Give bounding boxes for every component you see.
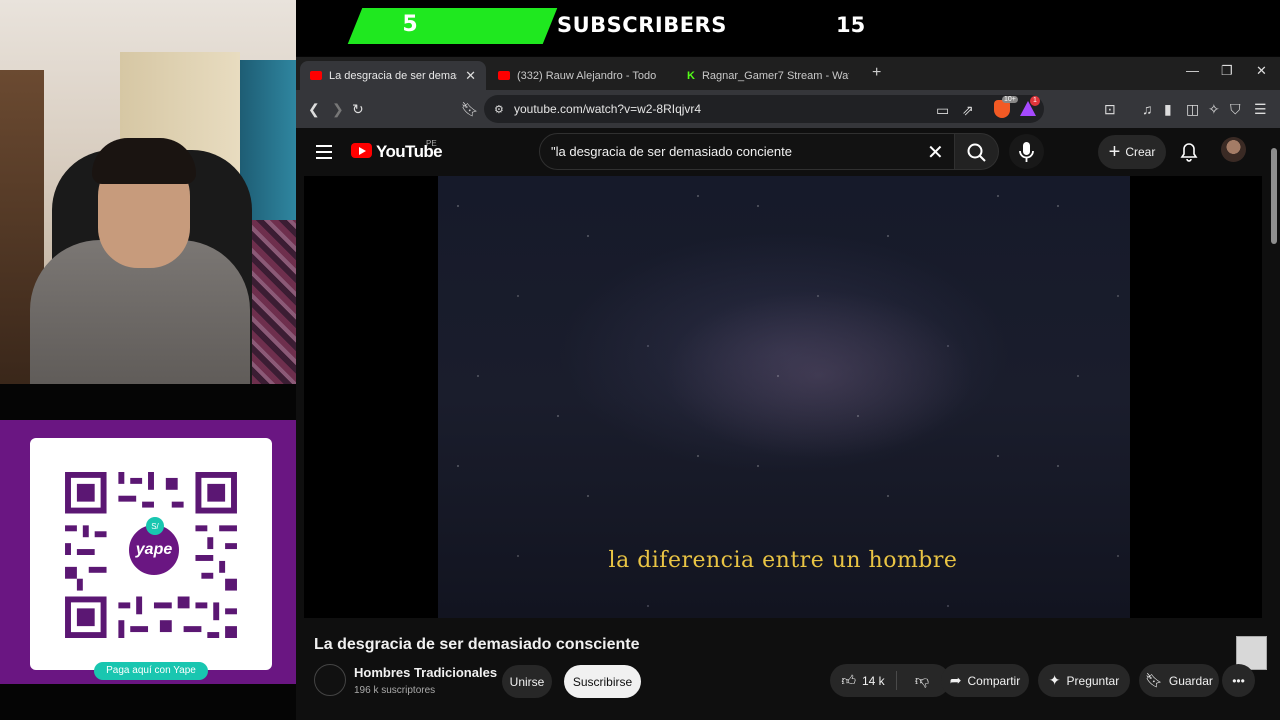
youtube-icon [310,71,322,80]
kick-icon: K [687,69,695,82]
create-label: Crear [1125,145,1156,159]
yape-logo: S/ yape [126,517,182,578]
tab-kick-stream[interactable]: K Ragnar_Gamer7 Stream - Watch Live [677,61,859,90]
plus-icon: + [1108,141,1121,163]
search-icon [967,143,986,162]
leo-icon[interactable]: ✧ [1208,100,1220,118]
more-icon: ••• [1232,673,1245,688]
media-icon[interactable]: ♫ [1142,100,1153,118]
tab-title: La desgracia de ser demasiado c [329,69,457,82]
search-input[interactable]: "la desgracia de ser demasiado conciente… [539,133,955,170]
like-dislike-group: 👍︎ 14 k 👎︎ [830,664,950,697]
save-button[interactable]: 🔖︎ Guardar [1139,664,1219,697]
thumbs-down-icon: 👎︎ [914,672,930,688]
wallet-icon[interactable]: ◫ [1186,100,1199,118]
yape-logo-text: yape [135,541,173,558]
vpn-icon[interactable]: ⛉ [1230,100,1241,118]
create-button[interactable]: + Crear [1098,135,1166,169]
video-player[interactable]: la diferencia entre un hombre [304,176,1262,618]
hamburger-menu-icon[interactable] [316,145,332,163]
voice-search-button[interactable] [1009,134,1044,169]
like-count: 14 k [861,673,885,688]
tab-youtube-music[interactable]: (332) Rauw Alejandro - Todo De Ti (L [488,61,670,90]
bookmark-icon[interactable]: 🔖︎ [461,100,479,118]
tab-title: (332) Rauw Alejandro - Todo De Ti (L [517,69,660,82]
clear-search-icon[interactable]: ✕ [927,140,944,165]
like-button[interactable]: 👍︎ 14 k [830,664,896,697]
address-bar[interactable]: ⚙ youtube.com/watch?v=w2-8RIqjvr4 ▭ ⇗ 10… [484,95,1044,123]
sidebar-icon[interactable]: ▮ [1164,100,1172,118]
tab-youtube-active[interactable]: La desgracia de ser demasiado c ✕ [300,61,486,90]
channel-subscribers: 196 k suscriptores [354,685,436,696]
scrollbar-thumb[interactable] [1271,148,1277,244]
join-label: Unirse [509,674,545,689]
subscribe-button[interactable]: Suscribirse [564,665,641,698]
share-button[interactable]: ➦ Compartir [941,664,1029,697]
subscriber-label: SUBSCRIBERS [557,13,727,37]
brave-shields-badge: 10+ [1002,96,1018,103]
site-settings-icon[interactable]: ⚙ [494,101,504,119]
save-label: Guardar [1168,673,1213,688]
notifications-bell-icon[interactable] [1180,142,1198,162]
share-arrow-icon: ➦ [949,672,962,688]
new-tab-button[interactable]: + [872,64,881,82]
channel-avatar[interactable] [314,664,346,696]
subscriber-goal: 15 [836,13,866,37]
subscriber-count-badge [347,8,558,44]
ask-button[interactable]: ✦ Preguntar [1038,664,1130,697]
browser-toolbar: ❮ ❯ ↻ 🔖︎ ⚙ youtube.com/watch?v=w2-8RIqjv… [296,90,1280,128]
youtube-icon [498,71,510,80]
user-avatar[interactable] [1221,137,1246,162]
share-icon[interactable]: ⇗ [962,101,974,119]
back-icon[interactable]: ❮ [308,100,320,118]
microphone-icon [1019,142,1034,162]
yape-coin: S/ [146,517,164,535]
reload-icon[interactable]: ↻ [352,100,364,118]
forward-icon[interactable]: ❯ [332,100,344,118]
video-subtitle: la diferencia entre un hombre [608,548,958,573]
thumbs-up-icon: 👍︎ [841,672,856,688]
url-text[interactable]: youtube.com/watch?v=w2-8RIqjvr4 [514,102,701,116]
youtube-page: YouTube PE "la desgracia de ser demasiad… [296,128,1280,720]
youtube-region: PE [426,139,437,148]
restore-button[interactable]: ❐ [1221,63,1233,79]
youtube-logo-icon[interactable] [351,143,372,158]
screen: 5 SUBSCRIBERS 15 S/ yape Paga aquí con Y… [0,0,1280,720]
bookmark-save-icon: 🔖︎ [1145,672,1163,688]
browser-window: La desgracia de ser demasiado c ✕ (332) … [296,57,1280,720]
video-title: La desgracia de ser demasiado consciente [314,636,640,653]
more-actions-button[interactable]: ••• [1222,664,1255,697]
ask-label: Preguntar [1066,673,1120,688]
channel-name[interactable]: Hombres Tradicionales [354,665,497,680]
rewards-badge: 1 [1030,96,1040,106]
sparkle-icon: ✦ [1048,672,1061,688]
yape-pay-label: Paga aquí con Yape [94,662,208,680]
screenshot-icon[interactable]: ⊡ [1104,100,1116,118]
tab-strip: La desgracia de ser demasiado c ✕ (332) … [296,57,1280,90]
minimize-button[interactable]: — [1186,63,1199,78]
subscribe-label: Suscribirse [572,674,633,689]
join-button[interactable]: Unirse [502,665,552,698]
dislike-button[interactable]: 👎︎ [897,664,947,697]
menu-icon[interactable]: ☰ [1254,100,1267,118]
webcam-feed [0,0,296,384]
webcam-person-hair [92,138,196,184]
close-window-button[interactable]: ✕ [1256,63,1267,79]
close-tab-icon[interactable]: ✕ [465,68,476,84]
search-button[interactable] [955,133,999,170]
share-label: Compartir [967,673,1021,688]
subscriber-count: 5 [402,12,418,37]
cast-icon[interactable]: ▭ [936,101,949,119]
tab-title: Ragnar_Gamer7 Stream - Watch Live [701,69,849,82]
search-query[interactable]: "la desgracia de ser demasiado conciente [551,144,792,159]
